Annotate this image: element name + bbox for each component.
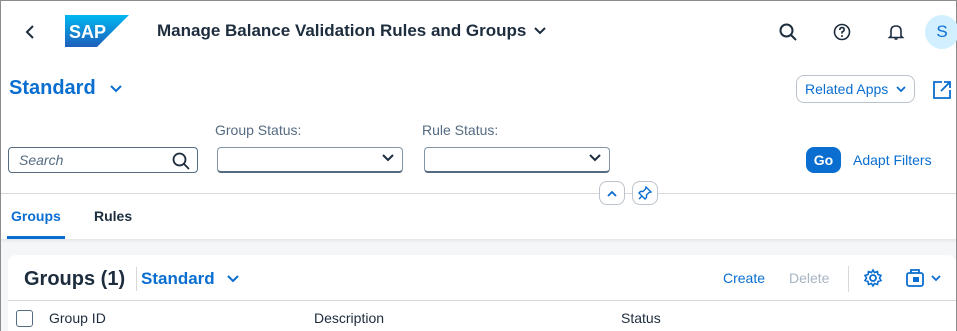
app-title-text: Manage Balance Validation Rules and Grou… — [157, 21, 527, 40]
chevron-down-icon — [589, 154, 601, 162]
chevron-down-icon — [109, 84, 122, 92]
search-input[interactable] — [19, 152, 169, 168]
table-header-divider — [8, 300, 956, 301]
group-status-select[interactable] — [217, 147, 403, 173]
notifications-button[interactable] — [881, 17, 911, 47]
shell-bar: SAP Manage Balance Validation Rules and … — [1, 1, 957, 63]
adapt-filters-link[interactable]: Adapt Filters — [853, 152, 932, 168]
go-button[interactable]: Go — [806, 147, 841, 173]
help-button[interactable] — [827, 17, 857, 47]
back-button[interactable] — [17, 18, 45, 46]
table-card — [8, 255, 956, 331]
related-apps-button[interactable]: Related Apps — [796, 75, 916, 103]
bell-icon — [887, 25, 905, 40]
chevron-down-icon — [534, 27, 547, 35]
export-button[interactable] — [905, 267, 949, 289]
toolbar-separator — [848, 266, 849, 292]
sap-logo[interactable]: SAP — [65, 15, 129, 47]
pin-header-button[interactable] — [632, 181, 658, 205]
search-button[interactable] — [773, 17, 803, 47]
help-icon — [833, 23, 851, 41]
search-field[interactable] — [8, 147, 198, 173]
header-divider — [1, 193, 956, 194]
pin-icon — [638, 186, 652, 200]
column-header-group-id[interactable]: Group ID — [49, 310, 106, 326]
column-header-status[interactable]: Status — [621, 310, 661, 326]
chevron-down-icon — [382, 154, 394, 162]
collapse-header-button[interactable] — [599, 181, 625, 205]
app-title[interactable]: Manage Balance Validation Rules and Grou… — [157, 21, 547, 41]
chevron-down-icon — [931, 274, 941, 281]
variant-selector[interactable]: Standard — [9, 77, 122, 100]
related-apps-label: Related Apps — [805, 81, 889, 97]
share-icon[interactable] — [931, 79, 953, 101]
gear-icon[interactable] — [863, 268, 883, 288]
tab-groups[interactable]: Groups — [11, 208, 61, 224]
rule-status-label: Rule Status: — [422, 122, 499, 138]
search-icon[interactable] — [171, 151, 191, 171]
delete-button[interactable]: Delete — [789, 270, 829, 286]
search-icon — [779, 23, 797, 41]
table-title: Groups (1) — [24, 268, 126, 290]
rule-status-select[interactable] — [424, 147, 610, 173]
group-status-label: Group Status: — [215, 122, 302, 138]
svg-text:SAP: SAP — [69, 22, 106, 42]
create-button[interactable]: Create — [723, 270, 765, 286]
select-all-checkbox[interactable] — [16, 310, 33, 327]
avatar[interactable]: S — [925, 15, 957, 49]
export-icon — [906, 269, 924, 287]
table-variant-name: Standard — [141, 269, 215, 288]
tab-rules[interactable]: Rules — [94, 208, 132, 224]
avatar-initial: S — [936, 22, 948, 41]
toolbar-separator — [136, 267, 137, 291]
table-variant-selector[interactable]: Standard — [141, 269, 239, 289]
back-icon — [25, 25, 34, 39]
variant-name: Standard — [9, 77, 96, 99]
collapse-icon — [607, 190, 617, 197]
chevron-down-icon — [896, 85, 906, 92]
column-header-description[interactable]: Description — [314, 310, 384, 326]
chevron-down-icon — [226, 275, 239, 283]
